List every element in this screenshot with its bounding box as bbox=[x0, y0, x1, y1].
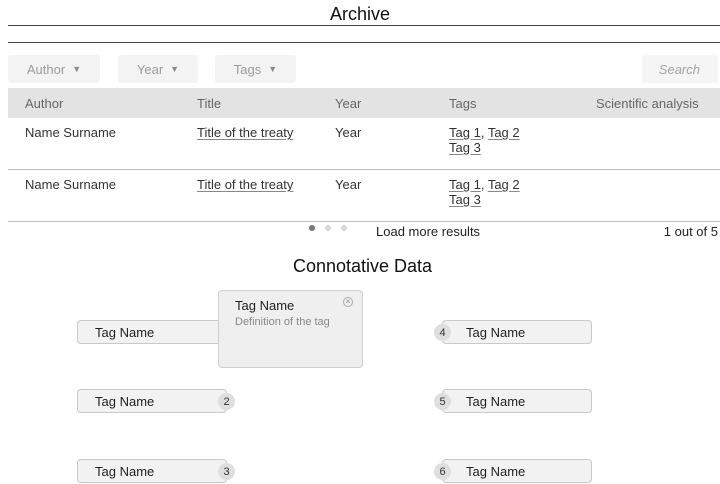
column-header-tags[interactable]: Tags bbox=[449, 96, 476, 111]
row-author: Name Surname bbox=[25, 177, 117, 192]
column-header-scientific-analysis[interactable]: Scientific analysis bbox=[596, 96, 699, 111]
tag-number-badge: 2 bbox=[218, 393, 235, 410]
tag-chip-1[interactable]: Tag Name 1 bbox=[77, 320, 235, 344]
tag-chip-3[interactable]: Tag Name 3 bbox=[77, 459, 235, 483]
tag-chip-6[interactable]: 6 Tag Name bbox=[434, 459, 592, 483]
row-author: Name Surname bbox=[25, 125, 117, 140]
tag-chip-label: Tag Name bbox=[466, 393, 526, 409]
page-dot[interactable] bbox=[341, 225, 347, 231]
column-header-title[interactable]: Title bbox=[197, 96, 221, 111]
tag-link[interactable]: Tag 2 bbox=[488, 125, 520, 140]
year-filter[interactable]: Year ▼ bbox=[118, 55, 198, 83]
popover-title: Tag Name bbox=[235, 298, 295, 313]
page-count: 1 out of 5 bbox=[663, 224, 718, 239]
column-header-author[interactable]: Author bbox=[25, 96, 63, 111]
column-header-year[interactable]: Year bbox=[335, 96, 361, 111]
tag-chip-label: Tag Name bbox=[466, 324, 526, 340]
tag-link[interactable]: Tag 2 bbox=[488, 177, 520, 192]
tag-chip-2[interactable]: Tag Name 2 bbox=[77, 389, 235, 413]
tag-link[interactable]: Tag 3 bbox=[449, 140, 481, 155]
tag-chip-4[interactable]: 4 Tag Name bbox=[434, 320, 592, 344]
tag-number-badge: 6 bbox=[434, 463, 451, 480]
page-dot-active[interactable] bbox=[309, 225, 315, 231]
tag-chip-label: Tag Name bbox=[95, 324, 155, 340]
tag-chip-label: Tag Name bbox=[95, 393, 155, 409]
row-tags: Tag 1, Tag 2 Tag 3 bbox=[449, 177, 520, 207]
table-row: Name Surname Title of the treaty Year Ta… bbox=[8, 118, 720, 170]
tag-definition-popover: Tag Name Definition of the tag × bbox=[218, 290, 363, 368]
archive-title: Archive bbox=[329, 4, 391, 24]
row-year: Year bbox=[335, 177, 362, 192]
caret-down-icon: ▼ bbox=[170, 64, 180, 74]
load-more-button[interactable]: Load more results bbox=[376, 224, 480, 239]
row-tags: Tag 1, Tag 2 Tag 3 bbox=[449, 125, 520, 155]
year-filter-label: Year bbox=[136, 61, 164, 77]
row-year: Year bbox=[335, 125, 362, 140]
tag-chip-5[interactable]: 5 Tag Name bbox=[434, 389, 592, 413]
tag-number-badge: 4 bbox=[434, 324, 451, 341]
connotative-data-title: Connotative Data bbox=[292, 256, 433, 276]
popover-definition: Definition of the tag bbox=[235, 316, 330, 328]
row-title-link[interactable]: Title of the treaty bbox=[197, 125, 293, 140]
close-icon[interactable]: × bbox=[343, 297, 353, 307]
table-row: Name Surname Title of the treaty Year Ta… bbox=[8, 170, 720, 222]
tag-number-badge: 5 bbox=[434, 393, 451, 410]
search-input[interactable] bbox=[642, 55, 718, 83]
page-dot[interactable] bbox=[325, 225, 331, 231]
tag-number-badge: 3 bbox=[218, 463, 235, 480]
tag-chip-label: Tag Name bbox=[95, 463, 155, 479]
tag-chip-label: Tag Name bbox=[466, 463, 526, 479]
table-header: Author Title Year Tags Scientific analys… bbox=[8, 88, 720, 118]
author-filter[interactable]: Author ▼ bbox=[8, 55, 100, 83]
divider bbox=[8, 25, 720, 26]
author-filter-label: Author bbox=[26, 61, 66, 77]
tag-link[interactable]: Tag 3 bbox=[449, 192, 481, 207]
tags-filter[interactable]: Tags ▼ bbox=[215, 55, 296, 83]
caret-down-icon: ▼ bbox=[268, 64, 278, 74]
caret-down-icon: ▼ bbox=[72, 64, 82, 74]
pagination-dots bbox=[309, 225, 347, 231]
tags-filter-label: Tags bbox=[233, 61, 262, 77]
row-title-link[interactable]: Title of the treaty bbox=[197, 177, 293, 192]
divider bbox=[8, 42, 720, 43]
tag-link[interactable]: Tag 1 bbox=[449, 177, 481, 192]
tag-link[interactable]: Tag 1 bbox=[449, 125, 481, 140]
